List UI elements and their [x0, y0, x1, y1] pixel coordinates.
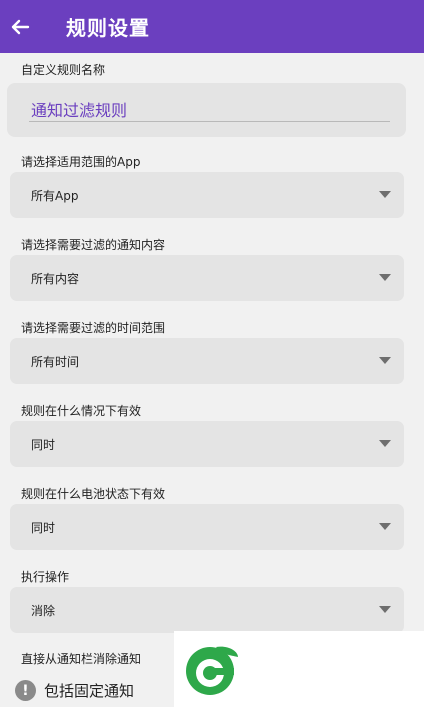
action-label: 执行操作: [21, 570, 70, 584]
green-logo-icon: [186, 646, 238, 695]
arrow-left-icon: [11, 19, 30, 34]
dismiss-section-label: 直接从通知栏消除通知: [21, 652, 142, 666]
rule-name-label: 自定义规则名称: [21, 63, 106, 77]
exclamation-circle-icon: !: [15, 680, 36, 701]
app-bar: 规则设置: [0, 0, 424, 53]
battery-state-value: 同时: [31, 521, 56, 535]
caret-down-icon: [379, 606, 391, 613]
rule-name-input[interactable]: 通知过滤规则: [7, 83, 406, 137]
time-range-dropdown[interactable]: 所有时间: [10, 338, 404, 384]
caret-down-icon: [379, 523, 391, 530]
back-button[interactable]: [8, 15, 32, 39]
condition-dropdown[interactable]: 同时: [10, 421, 404, 467]
action-dropdown[interactable]: 消除: [10, 587, 404, 633]
condition-label: 规则在什么情况下有效: [21, 404, 142, 418]
content-filter-dropdown[interactable]: 所有内容: [10, 255, 404, 301]
battery-state-dropdown[interactable]: 同时: [10, 504, 404, 550]
watermark-area: [174, 631, 424, 707]
battery-state-label: 规则在什么电池状态下有效: [21, 487, 166, 501]
content-filter-label: 请选择需要过滤的通知内容: [21, 238, 166, 252]
rule-name-value: 通知过滤规则: [31, 101, 128, 120]
app-scope-value: 所有App: [31, 189, 79, 203]
include-pinned-text: 包括固定通知: [44, 682, 135, 700]
include-pinned-option[interactable]: ! 包括固定通知: [15, 680, 134, 701]
caret-down-icon: [379, 440, 391, 447]
content-filter-value: 所有内容: [31, 272, 80, 286]
caret-down-icon: [379, 191, 391, 198]
app-scope-dropdown[interactable]: 所有App: [10, 172, 404, 218]
action-value: 消除: [31, 604, 56, 618]
input-underline: [29, 121, 390, 122]
caret-down-icon: [379, 357, 391, 364]
time-range-value: 所有时间: [31, 355, 80, 369]
app-scope-label: 请选择适用范围的App: [21, 155, 141, 169]
time-range-label: 请选择需要过滤的时间范围: [21, 321, 166, 335]
condition-value: 同时: [31, 438, 56, 452]
caret-down-icon: [379, 274, 391, 281]
page-title: 规则设置: [66, 16, 150, 40]
